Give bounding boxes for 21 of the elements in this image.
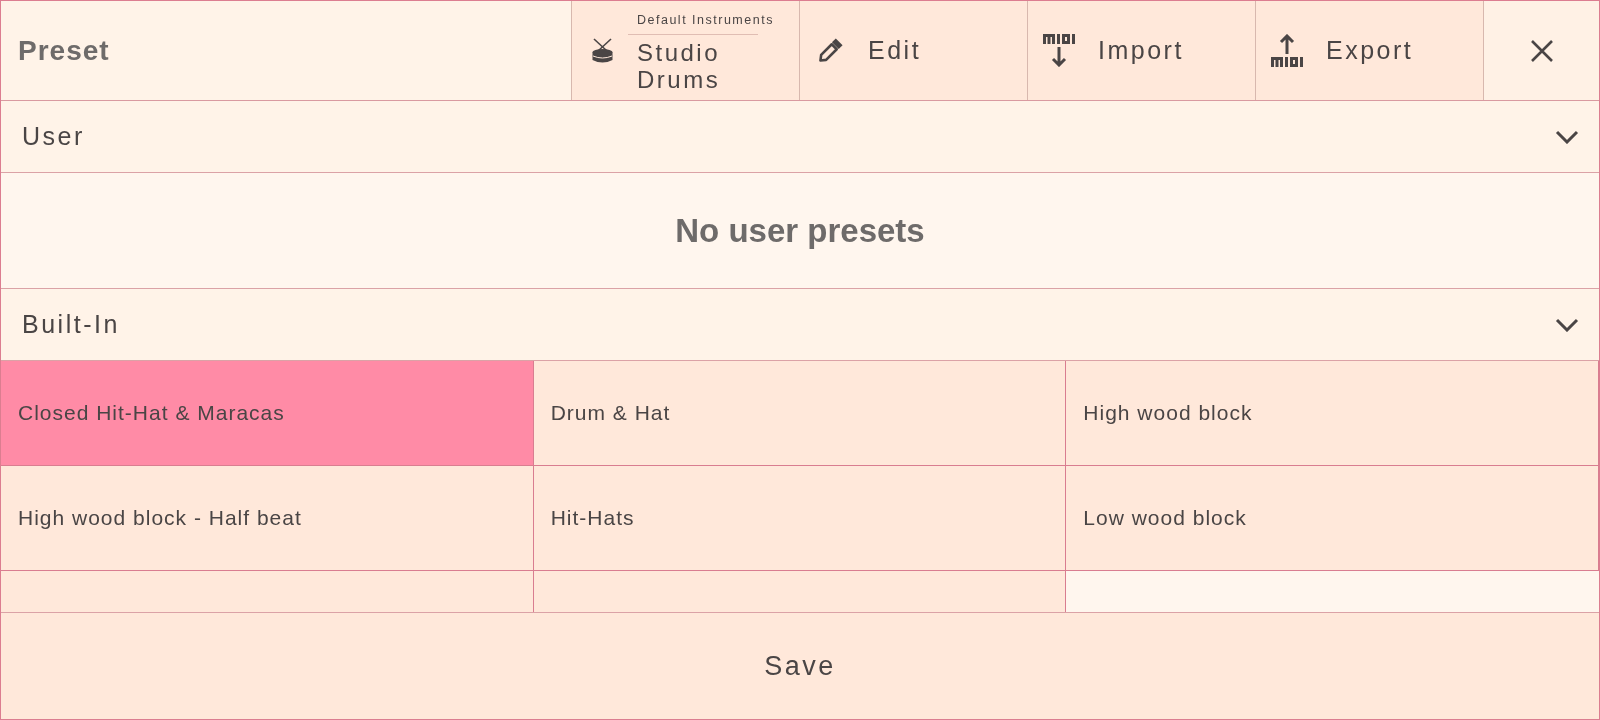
section-title: User bbox=[22, 120, 85, 152]
preset-tile[interactable]: High wood block - Half beat bbox=[1, 466, 534, 571]
edit-button[interactable]: Edit bbox=[799, 1, 1027, 100]
drum-icon bbox=[592, 37, 613, 64]
category-label: Default Instruments bbox=[637, 12, 774, 28]
section-title: Built-In bbox=[22, 308, 120, 340]
close-icon bbox=[1529, 38, 1554, 63]
arrow-up-bars-icon bbox=[1271, 34, 1303, 67]
export-button[interactable]: Export bbox=[1255, 1, 1483, 100]
instrument-button[interactable]: Default Instruments Studio Drums bbox=[571, 1, 799, 100]
preset-tile[interactable]: Low wood block bbox=[1066, 466, 1599, 571]
instrument-name: Studio Drums bbox=[637, 38, 722, 93]
panel-title: Preset bbox=[17, 33, 110, 68]
preset-tile[interactable]: Drum & Hat bbox=[533, 361, 1067, 466]
preset-tile[interactable]: Hit-Hats bbox=[533, 466, 1067, 571]
preset-tile[interactable]: Closed Hit-Hat & Maracas bbox=[1, 361, 534, 466]
import-button[interactable]: Import bbox=[1027, 1, 1255, 100]
save-button[interactable]: Save bbox=[1, 613, 1599, 719]
bars-arrow-down-icon bbox=[1043, 34, 1075, 67]
empty-message: No user presets bbox=[675, 210, 925, 251]
preset-tile[interactable]: High wood block bbox=[1066, 361, 1599, 466]
